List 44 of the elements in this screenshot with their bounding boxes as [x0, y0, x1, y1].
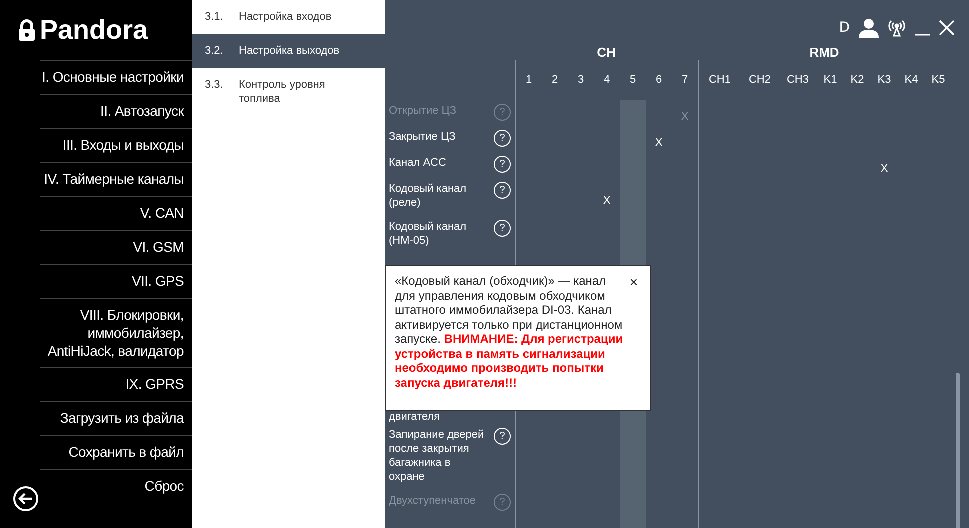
close-icon[interactable]	[939, 20, 955, 36]
column-header: 4	[602, 73, 612, 88]
column-header: 5	[628, 73, 638, 88]
column-header: CH1	[708, 73, 732, 88]
column-header: K4	[904, 73, 920, 88]
submenu-item[interactable]: 3.2. Настройка выходов	[192, 34, 385, 68]
row-label: Закрытие ЦЗ	[389, 130, 457, 144]
column-header: K2	[850, 73, 866, 88]
row-label: Канал ACC	[389, 156, 448, 170]
help-icon[interactable]: ?	[494, 428, 511, 445]
logo-text: Pandora	[40, 14, 148, 46]
antenna-icon[interactable]	[888, 19, 906, 37]
cell-mark: X	[655, 137, 663, 149]
column-group-header: CH	[596, 45, 617, 60]
column-header: 3	[576, 73, 586, 88]
cell-mark: X	[880, 163, 888, 175]
column-header: 6	[654, 73, 664, 88]
column-header: CH3	[786, 73, 810, 88]
column-header: CH2	[748, 73, 772, 88]
scrollbar[interactable]	[956, 373, 960, 528]
user-icon[interactable]	[859, 18, 879, 38]
column-header: K1	[822, 73, 838, 88]
row-label: Двухступенчатое	[389, 494, 477, 508]
column-group-header: RMD	[808, 45, 840, 60]
row-label: Кодовый канал (реле)	[389, 182, 468, 210]
help-icon[interactable]: ?	[494, 182, 511, 199]
tooltip-text: «Кодовый канал (обходчик)» — канал для управления кодовым обходчиком штатного иммобилайзера DI-03. Канал активируется только при дистанционном запуске. ВНИМАНИЕ: Для регистрации устройства в память сигнализации необходимо производить попытки запуска двигателя!!!	[395, 274, 624, 390]
column-header: 7	[680, 73, 690, 88]
row-label: Открытие ЦЗ	[389, 104, 458, 118]
column-header: K3	[876, 73, 892, 88]
cell-mark: X	[681, 111, 689, 123]
column-header: K5	[930, 73, 946, 88]
cell-mark: X	[603, 195, 611, 207]
help-icon[interactable]: ?	[494, 220, 511, 237]
help-icon[interactable]: ?	[494, 156, 511, 173]
help-icon[interactable]: ?	[494, 130, 511, 147]
padlock-icon	[18, 19, 36, 41]
row-label: двигателя	[389, 410, 442, 424]
device-letter: D	[839, 20, 850, 36]
row-label: Запирание дверей после закрытия багажника в охране	[389, 428, 485, 484]
column-header: 1	[524, 73, 534, 88]
row-label: Кодовый канал (HM-05)	[389, 220, 468, 248]
column-header: 2	[550, 73, 560, 88]
tooltip-close-button[interactable]: ×	[630, 274, 638, 390]
